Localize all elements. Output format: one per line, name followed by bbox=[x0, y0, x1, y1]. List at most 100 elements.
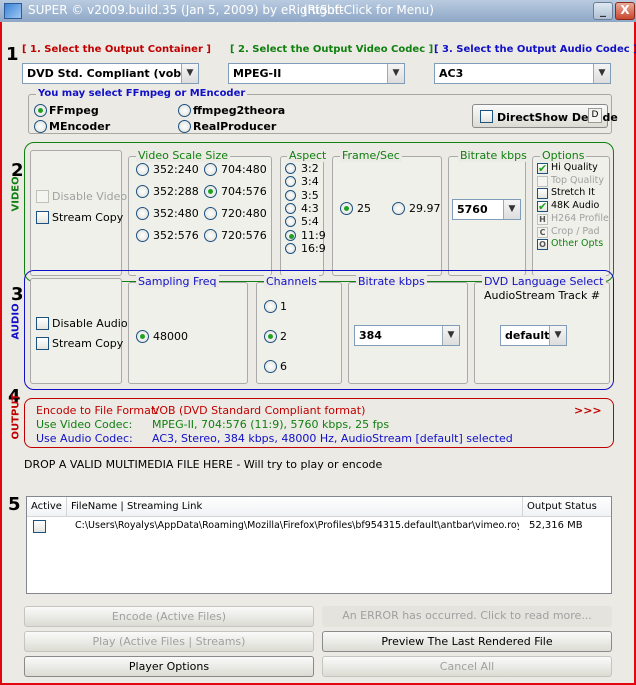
cancel-all-button[interactable]: Cancel All bbox=[322, 656, 612, 677]
audio-side-label: AUDIO bbox=[10, 303, 22, 340]
sampling-48000-label: 48000 bbox=[153, 330, 188, 343]
mencoder-label: MEncoder bbox=[49, 120, 111, 133]
aspect-16-9-radio[interactable] bbox=[285, 242, 296, 254]
option-crop-pad-button[interactable]: C bbox=[537, 226, 548, 238]
disable-audio-checkbox[interactable] bbox=[36, 317, 49, 330]
channels-6-radio[interactable] bbox=[264, 360, 277, 373]
error-message-button[interactable]: An ERROR has occurred. Click to read mor… bbox=[322, 606, 612, 627]
aspect-3-5-radio[interactable] bbox=[285, 189, 296, 201]
option-hi-quality-label: Hi Quality bbox=[551, 162, 598, 173]
video-bitrate-value: 5760 bbox=[457, 203, 488, 216]
fps-2997-radio[interactable] bbox=[392, 202, 405, 215]
option-48k-audio-label: 48K Audio bbox=[551, 200, 600, 212]
scale-352-480-radio[interactable] bbox=[136, 207, 149, 220]
output-audio-label: Use Audio Codec: bbox=[36, 432, 133, 445]
realproducer-radio[interactable] bbox=[178, 120, 191, 133]
scale-352-288-label: 352:288 bbox=[153, 185, 199, 198]
column-header-active[interactable]: Active bbox=[27, 497, 67, 517]
output-side-label: OUTPUT bbox=[10, 393, 22, 440]
container-select[interactable]: DVD Std. Compliant (vob) ▼ bbox=[22, 63, 199, 84]
audio-codec-value: AC3 bbox=[439, 67, 464, 80]
aspect-11-9-radio[interactable] bbox=[285, 229, 296, 241]
chevron-down-icon[interactable]: ▼ bbox=[549, 326, 566, 345]
row-status: 52,316 MB bbox=[529, 520, 583, 531]
scale-352-240-radio[interactable] bbox=[136, 163, 149, 176]
row-filename: C:\Users\Royalys\AppData\Roaming\Mozilla… bbox=[75, 520, 519, 531]
option-hi-quality-checkbox[interactable]: ✔ bbox=[537, 163, 548, 174]
aspect-title: Aspect bbox=[287, 149, 329, 162]
option-stretch-it-checkbox[interactable] bbox=[537, 188, 548, 200]
channels-2-radio[interactable] bbox=[264, 330, 277, 343]
scale-720-576-radio[interactable] bbox=[204, 229, 217, 242]
aspect-4-3-radio[interactable] bbox=[285, 202, 296, 214]
scale-720-480-radio[interactable] bbox=[204, 207, 217, 220]
fps-25-label: 25 bbox=[357, 202, 371, 215]
video-options-title: Options bbox=[540, 149, 587, 162]
directshow-checkbox[interactable] bbox=[480, 110, 493, 123]
audio-codec-select[interactable]: AC3 ▼ bbox=[434, 63, 611, 84]
file-list[interactable]: Active FileName | Streaming Link Output … bbox=[26, 496, 612, 594]
directshow-decode-button[interactable]: DirectShow Decode D bbox=[472, 104, 618, 128]
scale-704-576-radio[interactable] bbox=[204, 185, 217, 198]
video-bitrate-title: Bitrate kbps bbox=[458, 149, 529, 162]
chevron-down-icon[interactable]: ▼ bbox=[181, 64, 198, 83]
ffmpeg2theora-radio[interactable] bbox=[178, 104, 191, 117]
option-h264-profile-button[interactable]: H bbox=[537, 213, 548, 225]
column-header-filename[interactable]: FileName | Streaming Link bbox=[67, 497, 523, 517]
channels-1-radio[interactable] bbox=[264, 300, 277, 313]
scale-704-480-radio[interactable] bbox=[204, 163, 217, 176]
mencoder-radio[interactable] bbox=[34, 120, 47, 133]
main-client-area: 1 [ 1. Select the Output Container ] [ 2… bbox=[2, 22, 636, 683]
audio-bitrate-select[interactable]: 384 ▼ bbox=[354, 325, 460, 346]
output-more-button[interactable]: >>> bbox=[574, 404, 602, 417]
sampling-title: Sampling Freq bbox=[136, 275, 219, 288]
player-options-button[interactable]: Player Options bbox=[24, 656, 314, 677]
table-row[interactable]: C:\Users\Royalys\AppData\Roaming\Mozilla… bbox=[27, 517, 611, 535]
encode-button[interactable]: Encode (Active Files) bbox=[24, 606, 314, 627]
directshow-d-button[interactable]: D bbox=[588, 108, 602, 123]
ffmpeg-radio[interactable] bbox=[34, 104, 47, 117]
close-button[interactable]: X bbox=[615, 2, 635, 20]
row-active-checkbox[interactable] bbox=[33, 520, 46, 533]
aspect-4-3-label: 4:3 bbox=[301, 201, 319, 215]
fps-group bbox=[332, 156, 442, 276]
disable-audio-label: Disable Audio bbox=[52, 317, 128, 330]
scale-720-576-label: 720:576 bbox=[221, 229, 267, 242]
channels-2-label: 2 bbox=[280, 330, 287, 343]
chevron-down-icon[interactable]: ▼ bbox=[387, 64, 404, 83]
scale-352-288-radio[interactable] bbox=[136, 185, 149, 198]
option-other-opts-button[interactable]: O bbox=[537, 239, 548, 251]
minimize-button[interactable]: _ bbox=[593, 2, 613, 20]
option-48k-audio-checkbox[interactable]: ✔ bbox=[537, 201, 548, 213]
preview-last-rendered-button[interactable]: Preview The Last Rendered File bbox=[322, 631, 612, 652]
scale-352-576-radio[interactable] bbox=[136, 229, 149, 242]
chevron-down-icon[interactable]: ▼ bbox=[503, 200, 520, 219]
section-number-1: 1 bbox=[6, 44, 19, 65]
disable-video-checkbox[interactable] bbox=[36, 190, 49, 203]
language-select[interactable]: default ▼ bbox=[500, 325, 567, 346]
play-button[interactable]: Play (Active Files | Streams) bbox=[24, 631, 314, 652]
video-stream-copy-label: Stream Copy bbox=[52, 211, 124, 224]
language-title-2: AudioStream Track # bbox=[484, 289, 601, 302]
video-bitrate-select[interactable]: 5760 ▼ bbox=[452, 199, 521, 220]
audio-stream-copy-checkbox[interactable] bbox=[36, 337, 49, 350]
output-video-value: MPEG-II, 704:576 (11:9), 5760 kbps, 25 f… bbox=[152, 418, 390, 431]
chevron-down-icon[interactable]: ▼ bbox=[593, 64, 610, 83]
aspect-3-5-label: 3:5 bbox=[301, 188, 319, 202]
option-top-quality-checkbox[interactable] bbox=[537, 175, 548, 187]
video-stream-copy-checkbox[interactable] bbox=[36, 211, 49, 224]
column-header-status[interactable]: Output Status bbox=[523, 497, 611, 517]
audio-bitrate-title: Bitrate kbps bbox=[356, 275, 427, 288]
realproducer-label: RealProducer bbox=[193, 120, 277, 133]
channels-title: Channels bbox=[264, 275, 319, 288]
video-codec-select[interactable]: MPEG-II ▼ bbox=[228, 63, 405, 84]
section-number-5: 5 bbox=[8, 494, 21, 515]
sampling-48000-radio[interactable] bbox=[136, 330, 149, 343]
chevron-down-icon[interactable]: ▼ bbox=[442, 326, 459, 345]
fps-25-radio[interactable] bbox=[340, 202, 353, 215]
scale-352-576-label: 352:576 bbox=[153, 229, 199, 242]
aspect-3-2-radio[interactable] bbox=[285, 163, 296, 174]
option-h264-profile-label: H264 Profile bbox=[551, 212, 609, 224]
title-bar[interactable]: SUPER © v2009.build.35 (Jan 5, 2009) by … bbox=[0, 0, 636, 22]
drop-zone-hint[interactable]: DROP A VALID MULTIMEDIA FILE HERE - Will… bbox=[24, 458, 382, 471]
